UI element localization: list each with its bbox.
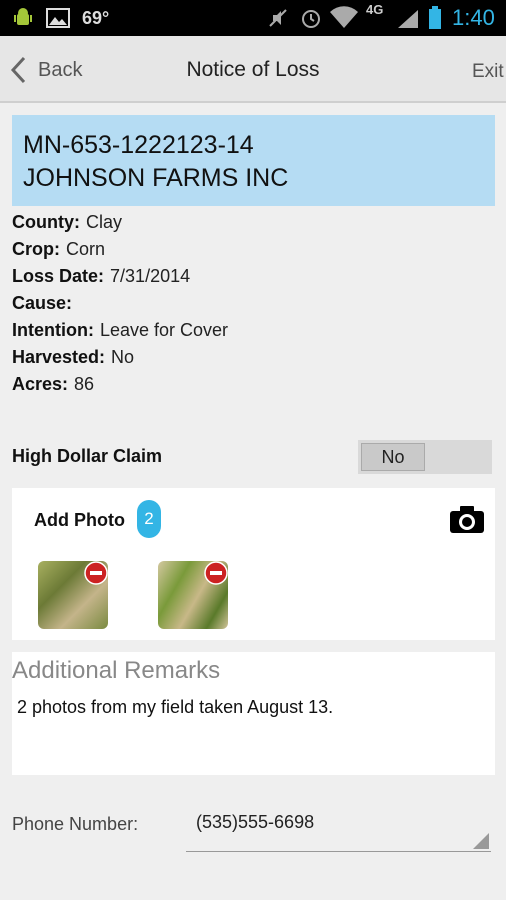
detail-label: Acres: <box>12 374 69 394</box>
remarks-field[interactable]: Additional Remarks 2 photos from my fiel… <box>12 652 495 775</box>
detail-row-county: County: Clay <box>12 209 228 236</box>
action-bar: Back Notice of Loss Exit <box>0 36 506 103</box>
detail-row-acres: Acres: 86 <box>12 371 228 398</box>
high-dollar-claim-toggle[interactable]: No <box>358 440 492 474</box>
high-dollar-claim-label: High Dollar Claim <box>12 446 163 466</box>
policy-number: MN-653-1222123-14 <box>23 131 254 159</box>
photo-section: Add Photo 2 <box>12 488 495 640</box>
detail-row-loss-date: Loss Date: 7/31/2014 <box>12 263 228 290</box>
remarks-heading: Additional Remarks <box>12 657 221 684</box>
detail-label: Loss Date: <box>12 266 105 286</box>
detail-label: Cause: <box>12 293 73 313</box>
detail-row-harvested: Harvested: No <box>12 344 228 371</box>
remove-photo-icon[interactable] <box>84 561 108 585</box>
camera-icon[interactable] <box>449 504 485 534</box>
page-title: Notice of Loss <box>186 58 320 81</box>
detail-value: 7/31/2014 <box>110 266 191 286</box>
clock-text: 1:40 <box>452 5 495 30</box>
photo-thumbnail[interactable] <box>158 561 228 629</box>
network-type-text: 4G <box>366 2 384 17</box>
temperature-text: 69° <box>82 8 110 28</box>
wifi-icon <box>330 6 358 29</box>
detail-label: Crop: <box>12 239 60 259</box>
detail-row-crop: Crop: Corn <box>12 236 228 263</box>
battery-icon <box>429 6 441 29</box>
policy-holder-name: JOHNSON FARMS INC <box>23 164 289 192</box>
alarm-icon <box>302 10 320 28</box>
mute-icon <box>269 9 287 27</box>
detail-row-cause: Cause: <box>12 290 228 317</box>
phone-number-value[interactable]: (535)555-6698 <box>196 812 314 833</box>
detail-row-intention: Intention: Leave for Cover <box>12 317 228 344</box>
phone-number-label: Phone Number: <box>12 814 139 834</box>
detail-label: Intention: <box>12 320 94 340</box>
claim-details: County: Clay Crop: Corn Loss Date: 7/31/201… <box>12 209 228 398</box>
detail-label: County: <box>12 212 80 232</box>
image-notification-icon <box>46 8 70 28</box>
signal-icon <box>398 10 418 28</box>
detail-value: Corn <box>66 239 106 259</box>
add-photo-label[interactable]: Add Photo <box>34 510 125 531</box>
detail-value: No <box>111 347 135 367</box>
remarks-text[interactable]: 2 photos from my field taken August 13. <box>17 697 333 718</box>
phone-number-field[interactable]: (535)555-6698 <box>186 808 491 852</box>
toggle-value: No <box>361 443 425 471</box>
detail-value: Leave for Cover <box>99 320 229 340</box>
android-notification-icon <box>14 8 32 25</box>
detail-value: Clay <box>85 212 122 232</box>
policy-header: MN-653-1222123-14 JOHNSON FARMS INC <box>12 115 495 206</box>
photo-count-badge: 2 <box>137 500 161 538</box>
remove-photo-icon[interactable] <box>204 561 228 585</box>
exit-button[interactable]: Exit <box>472 61 504 83</box>
detail-label: Harvested: <box>12 347 106 367</box>
photo-thumbnail[interactable] <box>38 561 108 629</box>
status-bar: 69° 4G 1:40 <box>0 0 506 36</box>
dropdown-corner-icon <box>473 833 489 849</box>
detail-value: 86 <box>74 374 95 394</box>
